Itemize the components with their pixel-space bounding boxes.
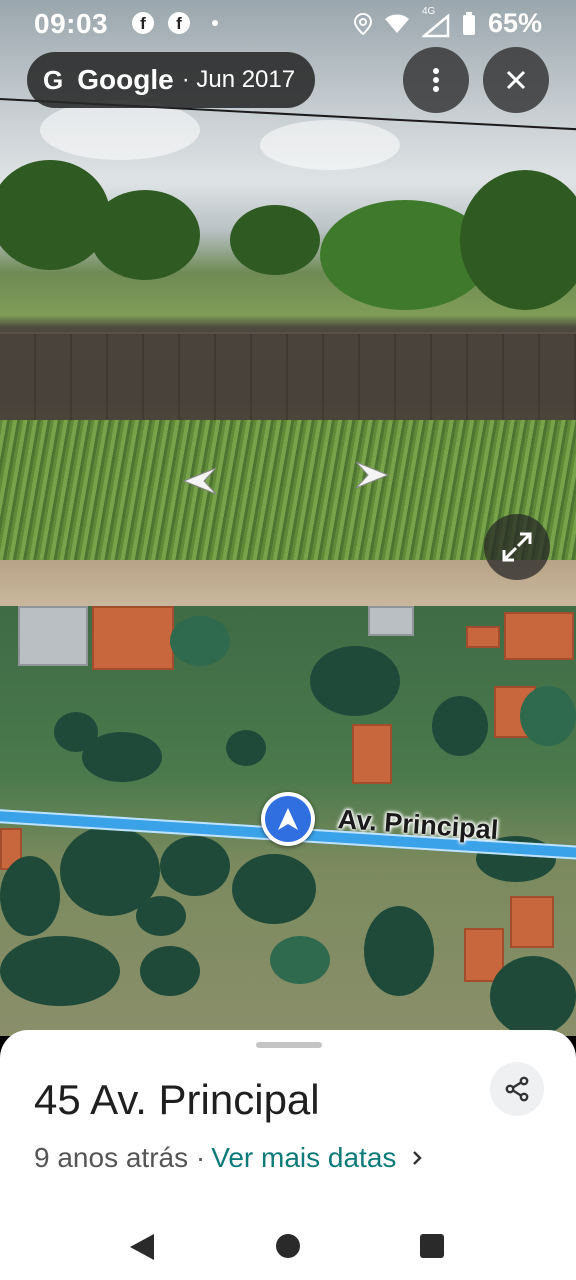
close-button[interactable] bbox=[483, 47, 549, 113]
tree bbox=[140, 946, 200, 996]
building bbox=[510, 896, 554, 948]
tree bbox=[232, 854, 316, 924]
building bbox=[352, 724, 392, 784]
facebook-icon: f bbox=[132, 12, 154, 34]
building bbox=[368, 606, 414, 636]
status-right: 4G 65% bbox=[353, 6, 542, 39]
more-options-button[interactable] bbox=[403, 47, 469, 113]
close-icon bbox=[506, 70, 526, 90]
tree bbox=[364, 906, 434, 996]
tree bbox=[160, 836, 230, 896]
more-dates-link[interactable]: Ver mais datas bbox=[211, 1142, 396, 1174]
recents-icon[interactable] bbox=[420, 1234, 444, 1258]
building bbox=[92, 606, 174, 670]
capture-date: · Jun 2017 bbox=[181, 66, 296, 93]
share-icon bbox=[505, 1076, 529, 1102]
location-marker[interactable] bbox=[261, 792, 315, 846]
building bbox=[466, 626, 500, 648]
location-icon bbox=[353, 12, 372, 35]
fullscreen-icon bbox=[502, 532, 532, 562]
imagery-age: 9 anos atrás · bbox=[34, 1142, 206, 1173]
tree bbox=[490, 956, 576, 1036]
tree bbox=[432, 696, 488, 756]
system-nav-bar bbox=[0, 1216, 576, 1280]
battery-icon bbox=[462, 11, 475, 35]
tree bbox=[136, 896, 186, 936]
chevron-right-icon[interactable] bbox=[410, 1149, 424, 1167]
share-button[interactable] bbox=[490, 1062, 544, 1116]
cloud bbox=[260, 120, 400, 170]
battery-percent: 65% bbox=[487, 8, 542, 38]
tree bbox=[0, 160, 110, 270]
location-marker-inner bbox=[265, 796, 311, 842]
arrow-left-icon[interactable] bbox=[180, 464, 220, 498]
tree bbox=[82, 732, 162, 782]
tree bbox=[90, 190, 200, 280]
wifi-icon bbox=[384, 14, 409, 33]
google-g-icon: G bbox=[43, 64, 64, 95]
tree bbox=[0, 856, 60, 936]
facebook-icon: f bbox=[168, 12, 190, 34]
arrow-right-icon[interactable] bbox=[352, 458, 392, 492]
navigation-arrow-icon bbox=[278, 808, 298, 830]
signal-icon: 4G bbox=[421, 6, 450, 37]
building bbox=[18, 606, 88, 666]
status-time: 09:03 bbox=[34, 8, 109, 39]
tree bbox=[310, 646, 400, 716]
tree bbox=[520, 686, 576, 746]
tree bbox=[230, 205, 320, 275]
status-bar: 09:03 f f 4G 65% bbox=[0, 0, 576, 48]
imagery-info-pill[interactable]: G Google · Jun 2017 bbox=[27, 52, 316, 108]
dot-icon bbox=[212, 20, 218, 26]
tree bbox=[270, 936, 330, 984]
back-icon[interactable] bbox=[130, 1234, 154, 1260]
tree bbox=[170, 616, 230, 666]
tree bbox=[0, 936, 120, 1006]
building bbox=[504, 612, 574, 660]
brick-wall bbox=[0, 334, 576, 430]
tree bbox=[460, 170, 576, 310]
home-icon[interactable] bbox=[276, 1234, 300, 1258]
drag-handle[interactable] bbox=[256, 1042, 322, 1048]
imagery-meta: 9 anos atrás · Ver mais datas bbox=[34, 1142, 424, 1174]
dirt-road bbox=[0, 560, 576, 606]
more-vert-icon bbox=[433, 68, 439, 92]
fullscreen-button[interactable] bbox=[484, 514, 550, 580]
place-title: 45 Av. Principal bbox=[34, 1076, 320, 1123]
brand-label: Google bbox=[77, 64, 174, 95]
tree bbox=[226, 730, 266, 766]
